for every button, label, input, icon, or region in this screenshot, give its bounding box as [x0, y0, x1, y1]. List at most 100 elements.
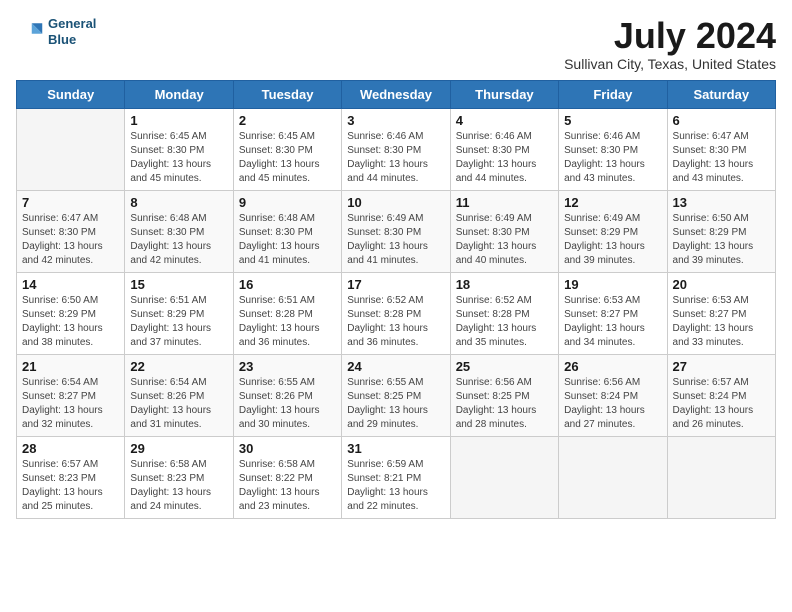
calendar-cell: 22 Sunrise: 6:54 AMSunset: 8:26 PMDayligh…	[125, 354, 233, 436]
day-number: 27	[673, 359, 770, 374]
calendar-cell: 29 Sunrise: 6:58 AMSunset: 8:23 PMDayligh…	[125, 436, 233, 518]
day-number: 26	[564, 359, 661, 374]
day-info: Sunrise: 6:45 AMSunset: 8:30 PMDaylight:…	[130, 130, 227, 186]
calendar-cell	[450, 436, 558, 518]
calendar-cell	[17, 108, 125, 190]
day-info: Sunrise: 6:50 AMSunset: 8:29 PMDaylight:…	[22, 294, 119, 350]
day-number: 21	[22, 359, 119, 374]
calendar-cell	[559, 436, 667, 518]
day-info: Sunrise: 6:46 AMSunset: 8:30 PMDaylight:…	[564, 130, 661, 186]
day-info: Sunrise: 6:55 AMSunset: 8:26 PMDaylight:…	[239, 376, 336, 432]
day-header-friday: Friday	[559, 80, 667, 108]
calendar-header-row: SundayMondayTuesdayWednesdayThursdayFrid…	[17, 80, 776, 108]
calendar-cell: 16Sunrise: 6:51 AMSunset: 8:28 PMDayligh…	[233, 272, 341, 354]
day-info: Sunrise: 6:52 AMSunset: 8:28 PMDaylight:…	[456, 294, 553, 350]
day-number: 29	[130, 441, 227, 456]
calendar-cell: 17 Sunrise: 6:52 AMSunset: 8:28 PMDayligh…	[342, 272, 450, 354]
month-title: July 2024	[564, 16, 776, 56]
day-number: 18	[456, 277, 553, 292]
day-info: Sunrise: 6:56 AMSunset: 8:24 PMDaylight:…	[564, 376, 661, 432]
calendar-week-row: 14 Sunrise: 6:50 AMSunset: 8:29 PMDayligh…	[17, 272, 776, 354]
day-header-monday: Monday	[125, 80, 233, 108]
day-number: 8	[130, 195, 227, 210]
day-number: 31	[347, 441, 444, 456]
day-info: Sunrise: 6:48 AMSunset: 8:30 PMDaylight:…	[239, 212, 336, 268]
day-number: 23	[239, 359, 336, 374]
day-info: Sunrise: 6:51 AMSunset: 8:29 PMDaylight:…	[130, 294, 227, 350]
day-info: Sunrise: 6:54 AMSunset: 8:26 PMDaylight:…	[130, 376, 227, 432]
day-info: Sunrise: 6:54 AMSunset: 8:27 PMDaylight:…	[22, 376, 119, 432]
calendar-cell: 18 Sunrise: 6:52 AMSunset: 8:28 PMDayligh…	[450, 272, 558, 354]
calendar-cell: 25Sunrise: 6:56 AMSunset: 8:25 PMDayligh…	[450, 354, 558, 436]
day-number: 24	[347, 359, 444, 374]
day-info: Sunrise: 6:45 AMSunset: 8:30 PMDaylight:…	[239, 130, 336, 186]
day-info: Sunrise: 6:52 AMSunset: 8:28 PMDaylight:…	[347, 294, 444, 350]
calendar-week-row: 7Sunrise: 6:47 AMSunset: 8:30 PMDaylight…	[17, 190, 776, 272]
logo-icon	[16, 18, 44, 46]
day-number: 25	[456, 359, 553, 374]
day-number: 28	[22, 441, 119, 456]
calendar-cell	[667, 436, 775, 518]
day-number: 20	[673, 277, 770, 292]
calendar-table: SundayMondayTuesdayWednesdayThursdayFrid…	[16, 80, 776, 519]
day-number: 4	[456, 113, 553, 128]
day-number: 22	[130, 359, 227, 374]
day-info: Sunrise: 6:48 AMSunset: 8:30 PMDaylight:…	[130, 212, 227, 268]
calendar-cell: 8 Sunrise: 6:48 AMSunset: 8:30 PMDaylight…	[125, 190, 233, 272]
day-info: Sunrise: 6:47 AMSunset: 8:30 PMDaylight:…	[22, 212, 119, 268]
calendar-cell: 11 Sunrise: 6:49 AMSunset: 8:30 PMDayligh…	[450, 190, 558, 272]
day-info: Sunrise: 6:49 AMSunset: 8:30 PMDaylight:…	[347, 212, 444, 268]
calendar-cell: 27 Sunrise: 6:57 AMSunset: 8:24 PMDayligh…	[667, 354, 775, 436]
logo-text: General Blue	[48, 16, 96, 47]
day-number: 16	[239, 277, 336, 292]
calendar-cell: 14 Sunrise: 6:50 AMSunset: 8:29 PMDayligh…	[17, 272, 125, 354]
day-info: Sunrise: 6:49 AMSunset: 8:29 PMDaylight:…	[564, 212, 661, 268]
day-header-tuesday: Tuesday	[233, 80, 341, 108]
calendar-cell: 1 Sunrise: 6:45 AMSunset: 8:30 PMDaylight…	[125, 108, 233, 190]
day-number: 17	[347, 277, 444, 292]
day-info: Sunrise: 6:58 AMSunset: 8:23 PMDaylight:…	[130, 458, 227, 514]
calendar-cell: 19Sunrise: 6:53 AMSunset: 8:27 PMDayligh…	[559, 272, 667, 354]
day-info: Sunrise: 6:49 AMSunset: 8:30 PMDaylight:…	[456, 212, 553, 268]
location-text: Sullivan City, Texas, United States	[564, 56, 776, 72]
day-number: 10	[347, 195, 444, 210]
calendar-cell: 3 Sunrise: 6:46 AMSunset: 8:30 PMDaylight…	[342, 108, 450, 190]
day-info: Sunrise: 6:46 AMSunset: 8:30 PMDaylight:…	[347, 130, 444, 186]
day-number: 12	[564, 195, 661, 210]
calendar-cell: 23 Sunrise: 6:55 AMSunset: 8:26 PMDayligh…	[233, 354, 341, 436]
title-block: July 2024 Sullivan City, Texas, United S…	[564, 16, 776, 72]
logo: General Blue	[16, 16, 96, 47]
day-header-wednesday: Wednesday	[342, 80, 450, 108]
calendar-cell: 7Sunrise: 6:47 AMSunset: 8:30 PMDaylight…	[17, 190, 125, 272]
calendar-cell: 6 Sunrise: 6:47 AMSunset: 8:30 PMDaylight…	[667, 108, 775, 190]
day-info: Sunrise: 6:57 AMSunset: 8:24 PMDaylight:…	[673, 376, 770, 432]
day-info: Sunrise: 6:46 AMSunset: 8:30 PMDaylight:…	[456, 130, 553, 186]
calendar-cell: 10 Sunrise: 6:49 AMSunset: 8:30 PMDayligh…	[342, 190, 450, 272]
calendar-week-row: 1 Sunrise: 6:45 AMSunset: 8:30 PMDaylight…	[17, 108, 776, 190]
day-info: Sunrise: 6:50 AMSunset: 8:29 PMDaylight:…	[673, 212, 770, 268]
calendar-cell: 9 Sunrise: 6:48 AMSunset: 8:30 PMDaylight…	[233, 190, 341, 272]
day-number: 3	[347, 113, 444, 128]
day-info: Sunrise: 6:47 AMSunset: 8:30 PMDaylight:…	[673, 130, 770, 186]
calendar-cell: 4 Sunrise: 6:46 AMSunset: 8:30 PMDaylight…	[450, 108, 558, 190]
calendar-body: 1 Sunrise: 6:45 AMSunset: 8:30 PMDaylight…	[17, 108, 776, 518]
calendar-cell: 28 Sunrise: 6:57 AMSunset: 8:23 PMDayligh…	[17, 436, 125, 518]
day-info: Sunrise: 6:59 AMSunset: 8:21 PMDaylight:…	[347, 458, 444, 514]
calendar-cell: 5Sunrise: 6:46 AMSunset: 8:30 PMDaylight…	[559, 108, 667, 190]
day-header-saturday: Saturday	[667, 80, 775, 108]
calendar-week-row: 21 Sunrise: 6:54 AMSunset: 8:27 PMDayligh…	[17, 354, 776, 436]
day-number: 6	[673, 113, 770, 128]
day-info: Sunrise: 6:57 AMSunset: 8:23 PMDaylight:…	[22, 458, 119, 514]
calendar-cell: 20Sunrise: 6:53 AMSunset: 8:27 PMDayligh…	[667, 272, 775, 354]
day-info: Sunrise: 6:55 AMSunset: 8:25 PMDaylight:…	[347, 376, 444, 432]
day-number: 11	[456, 195, 553, 210]
day-header-thursday: Thursday	[450, 80, 558, 108]
day-number: 9	[239, 195, 336, 210]
day-number: 2	[239, 113, 336, 128]
day-number: 30	[239, 441, 336, 456]
calendar-week-row: 28 Sunrise: 6:57 AMSunset: 8:23 PMDayligh…	[17, 436, 776, 518]
day-number: 1	[130, 113, 227, 128]
calendar-cell: 30Sunrise: 6:58 AMSunset: 8:22 PMDayligh…	[233, 436, 341, 518]
day-number: 13	[673, 195, 770, 210]
day-number: 14	[22, 277, 119, 292]
